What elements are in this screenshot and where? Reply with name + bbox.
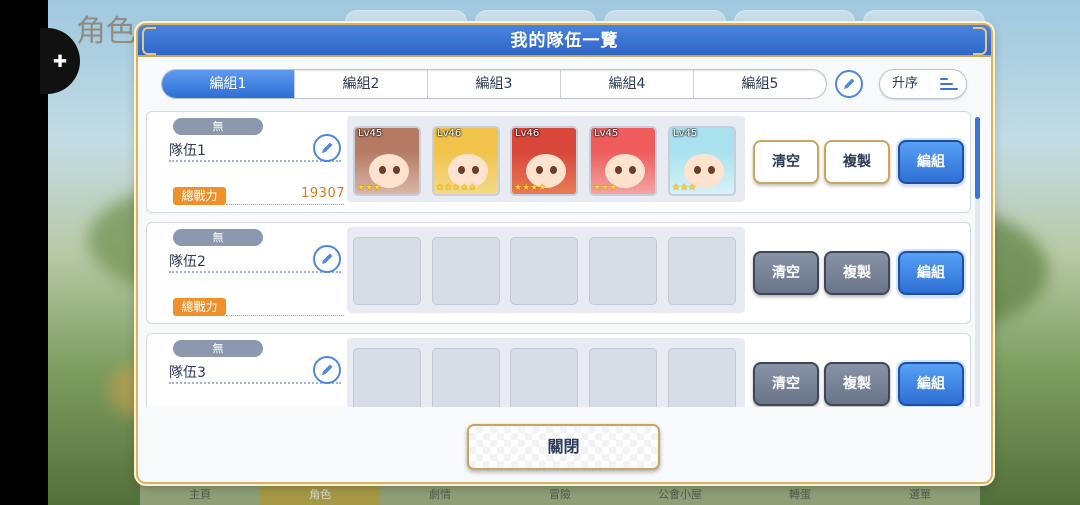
pencil-icon [322,364,333,375]
team-row: 無隊伍3總戰力清空複製編組 [146,333,971,407]
sort-button[interactable]: 升序 [879,69,967,99]
tab-group-4[interactable]: 編組4 [561,70,694,98]
puzzle-icon[interactable]: ✚ [50,52,70,72]
character-eye [629,166,636,174]
character-stars: ★★★★★ [436,183,477,193]
background-bottom-nav: 主頁 角色 劇情 冒險 公會小屋 轉蛋 選單 [140,480,980,505]
copy-button[interactable]: 複製 [824,362,890,406]
member-slots [347,338,745,407]
character-eye [536,166,543,174]
power-underline [226,204,344,205]
character-stars: ★★★★ [514,183,547,193]
empty-member-slot[interactable] [510,237,578,305]
clear-button[interactable]: 清空 [753,362,819,406]
character-eye [458,166,465,174]
copy-button[interactable]: 複製 [824,140,890,184]
character-eye [615,166,622,174]
character-eye [708,166,715,174]
rename-team-button[interactable] [313,134,341,162]
bottom-nav-item: 主頁 [140,480,260,505]
rename-team-button[interactable] [313,356,341,384]
scrollbar[interactable] [975,117,980,407]
clear-button[interactable]: 清空 [753,140,819,184]
empty-member-slot[interactable] [353,348,421,407]
team-row: 無隊伍2 總戰力 清空 複製 編組 [146,222,971,324]
name-underline [169,382,341,384]
team-list-dialog: 我的隊伍一覽 編組1 編組2 編組3 編組4 編組5 升序 無隊伍1 總戰力 193… [138,25,991,482]
sort-icon [940,78,958,90]
tab-group-2[interactable]: 編組2 [295,70,428,98]
empty-member-slot[interactable] [589,348,657,407]
member-slots: Lv45 ★★★ Lv46 ★★★★★ Lv46 ★★★★ Lv45 ★★★ L… [347,116,745,202]
total-power-value: 19307 [301,186,345,201]
member-slots [347,227,745,313]
empty-member-slot[interactable] [432,348,500,407]
scrollbar-thumb[interactable] [975,117,980,199]
pencil-icon [322,253,333,264]
empty-member-slot[interactable] [589,237,657,305]
tab-group-1[interactable]: 編組1 [162,70,295,98]
character-level: Lv46 [437,128,462,139]
rename-group-button[interactable] [835,70,863,98]
edit-team-button[interactable]: 編組 [898,251,964,295]
character-stars: ★★★ [672,183,697,193]
power-underline [226,315,344,316]
background-menu-title: 角色 [76,14,136,49]
tab-group-3[interactable]: 編組3 [428,70,561,98]
empty-member-slot[interactable] [668,237,736,305]
total-power-label: 總戰力 [173,187,226,205]
character-eye [472,166,479,174]
tab-group-5[interactable]: 編組5 [694,70,826,98]
team-name: 隊伍3 [169,365,206,381]
copy-button[interactable]: 複製 [824,251,890,295]
team-name: 隊伍2 [169,254,206,270]
character-portrait[interactable]: Lv45 ★★★ [353,126,421,196]
character-stars: ★★★ [357,183,382,193]
bottom-nav-item: 劇情 [380,480,500,505]
team-tabs: 編組1 編組2 編組3 編組4 編組5 [161,69,827,99]
empty-member-slot[interactable] [353,237,421,305]
character-portrait[interactable]: Lv45 ★★★ [589,126,657,196]
dialog-title: 我的隊伍一覽 [510,31,619,51]
team-status-badge: 無 [173,229,263,246]
character-eye [550,166,557,174]
bottom-nav-item: 冒險 [500,480,620,505]
team-name: 隊伍1 [169,143,206,159]
character-portrait[interactable]: Lv46 ★★★★ [510,126,578,196]
character-level: Lv45 [358,128,383,139]
name-underline [169,160,341,162]
bottom-nav-item: 選單 [860,480,980,505]
empty-member-slot[interactable] [668,348,736,407]
rename-team-button[interactable] [313,245,341,273]
character-level: Lv46 [515,128,540,139]
team-row: 無隊伍1 總戰力 19307 Lv45 ★★★ Lv46 ★★★★★ Lv46 … [146,111,971,213]
character-portrait[interactable]: Lv45 ★★★ [668,126,736,196]
character-stars: ★★★ [593,183,618,193]
sort-label: 升序 [892,76,919,91]
character-level: Lv45 [673,128,698,139]
bottom-nav-item: 角色 [260,480,380,505]
clear-button[interactable]: 清空 [753,251,819,295]
total-power-label: 總戰力 [173,298,226,316]
character-level: Lv45 [594,128,619,139]
pencil-icon [844,78,855,89]
edit-team-button[interactable]: 編組 [898,362,964,406]
team-list[interactable]: 無隊伍1 總戰力 19307 Lv45 ★★★ Lv46 ★★★★★ Lv46 … [144,111,971,407]
bottom-nav-item: 轉蛋 [740,480,860,505]
character-eye [694,166,701,174]
team-status-badge: 無 [173,340,263,357]
character-eye [379,166,386,174]
empty-member-slot[interactable] [432,237,500,305]
close-button[interactable]: 關閉 [467,424,660,470]
character-eye [393,166,400,174]
character-portrait[interactable]: Lv46 ★★★★★ [432,126,500,196]
edit-team-button[interactable]: 編組 [898,140,964,184]
bottom-nav-item: 公會小屋 [620,480,740,505]
empty-member-slot[interactable] [510,348,578,407]
team-status-badge: 無 [173,118,263,135]
pencil-icon [322,142,333,153]
name-underline [169,271,341,273]
